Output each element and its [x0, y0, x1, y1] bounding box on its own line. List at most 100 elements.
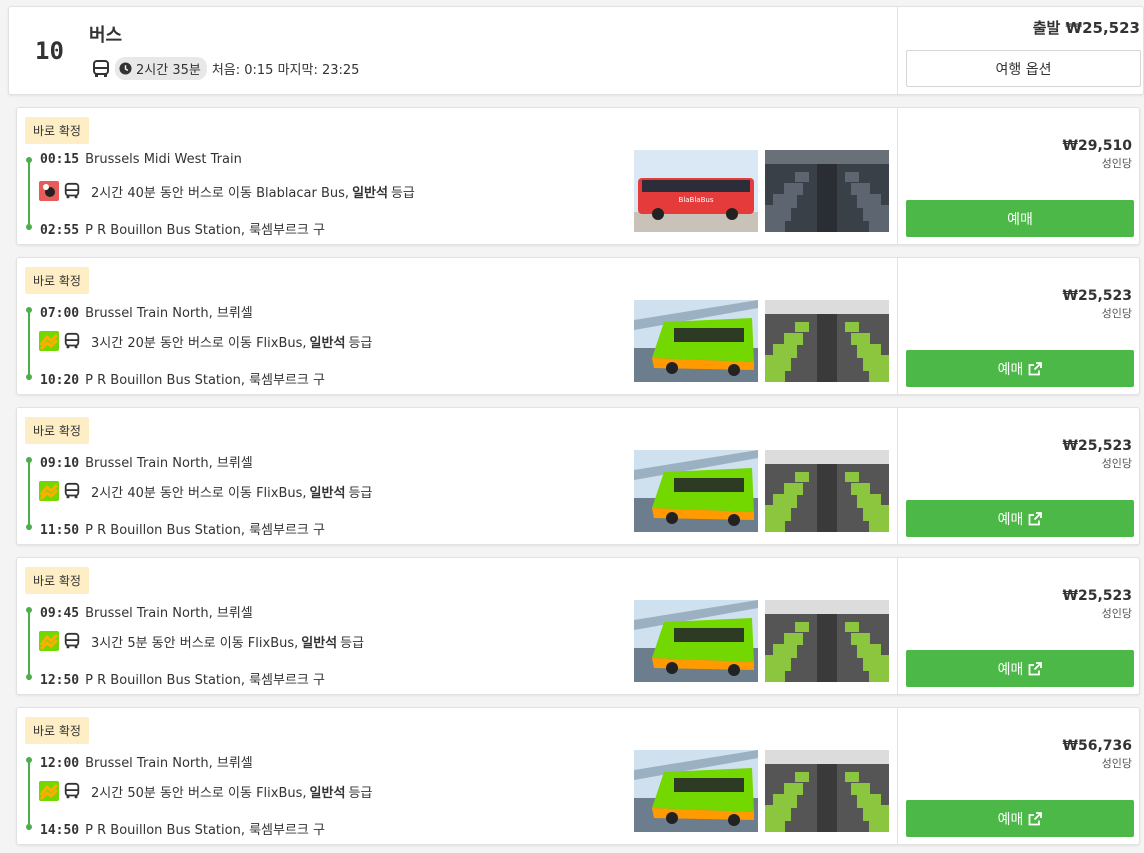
per-adult-label: 성인당 [1101, 607, 1132, 620]
departure-stop: 07:00 Brussel Train North, 브뤼셀 [40, 302, 253, 321]
seat-class: 일반석 [309, 785, 346, 801]
trip-price: ₩25,523 [1062, 438, 1132, 454]
class-suffix: 등급 [390, 185, 415, 201]
segment-description: 2시간 40분 동안 버스로 이동 FlixBus, [91, 485, 307, 501]
external-link-icon [1028, 511, 1043, 526]
book-label: 예매 [997, 661, 1024, 678]
duration-text: 2시간 35분 [136, 63, 201, 78]
arrival-stop: 12:50 P R Bouillon Bus Station, 룩셈부르크 구 [40, 669, 325, 688]
results-summary-card: 10 버스 2시간 35분 처음: 0:15 마지막: 23:25 출발 ₩25… [8, 6, 1144, 95]
timeline-line [28, 312, 30, 380]
segment-description: 3시간 5분 동안 버스로 이동 FlixBus, [91, 635, 299, 651]
timeline-start-dot [26, 457, 32, 463]
arrival-station: P R Bouillon Bus Station, 룩셈부르크 구 [85, 223, 325, 238]
arrival-time: 10:20 [40, 373, 80, 388]
trip-card[interactable]: 바로 확정 07:00 Brussel Train North, 브뤼셀 3시간 20… [16, 257, 1140, 395]
book-button[interactable]: 예매 [906, 500, 1134, 537]
timeline-end-dot [26, 224, 32, 230]
segment-info: 2시간 40분 동안 버스로 이동 Blablacar Bus, 일반석 등급 [39, 181, 415, 201]
trip-price-panel: ₩25,523 성인당예매 [897, 558, 1140, 694]
book-label: 예매 [1007, 211, 1033, 228]
trip-card[interactable]: 바로 확정 09:10 Brussel Train North, 브뤼셀 2시간 40… [16, 407, 1140, 545]
timeline-start-dot [26, 607, 32, 613]
timeline-line [28, 462, 30, 530]
book-button[interactable]: 예매 [906, 350, 1134, 387]
bus-exterior-photo[interactable] [634, 600, 758, 682]
arrival-station: P R Bouillon Bus Station, 룩셈부르크 구 [85, 373, 325, 388]
trip-price: ₩56,736 [1062, 738, 1132, 754]
bus-interior-photo[interactable] [765, 450, 889, 532]
trip-price: ₩25,523 [1062, 288, 1132, 304]
summary-meta: 2시간 35분 처음: 0:15 마지막: 23:25 [91, 57, 359, 80]
first-last-times: 처음: 0:15 마지막: 23:25 [211, 63, 360, 78]
instant-confirm-badge: 바로 확정 [25, 717, 89, 744]
bus-icon [63, 632, 81, 650]
per-adult-label: 성인당 [1101, 157, 1132, 170]
bus-exterior-photo[interactable] [634, 300, 758, 382]
bus-exterior-photo[interactable] [634, 750, 758, 832]
trip-price: ₩25,523 [1062, 588, 1132, 604]
seat-class: 일반석 [309, 335, 346, 351]
trip-price-panel: ₩25,523 성인당 예매 [897, 408, 1140, 544]
book-button[interactable]: 예매 [906, 200, 1134, 237]
timeline-line [28, 162, 30, 230]
segment-info: 3시간 5분 동안 버스로 이동 FlixBus, 일반석 등급 [39, 631, 364, 651]
timeline-start-dot [26, 757, 32, 763]
instant-confirm-badge: 바로 확정 [25, 267, 89, 294]
timeline-end-dot [26, 374, 32, 380]
bus-icon [63, 782, 81, 800]
instant-confirm-badge: 바로 확정 [25, 417, 89, 444]
bus-exterior-photo[interactable]: BlaBlaBus [634, 150, 758, 232]
book-button[interactable]: 예매 [906, 650, 1134, 687]
travel-options-button[interactable]: 여행 옵션 [906, 50, 1141, 87]
departure-station: Brussel Train North, 브뤼셀 [85, 756, 253, 771]
class-suffix: 등급 [348, 485, 373, 501]
trip-card[interactable]: 바로 확정 00:15 Brussels Midi West Train 2시간 40… [16, 107, 1140, 245]
bus-interior-photo[interactable] [765, 600, 889, 682]
class-suffix: 등급 [348, 785, 373, 801]
external-link-icon [1028, 361, 1043, 376]
external-link-icon [1028, 811, 1043, 826]
flixbus-logo-icon [39, 331, 59, 351]
timeline-end-dot [26, 674, 32, 680]
trip-card[interactable]: 바로 확정 12:00 Brussel Train North, 브뤼셀 2시간 50… [16, 707, 1140, 845]
bus-icon [93, 59, 109, 77]
arrival-station: P R Bouillon Bus Station, 룩셈부르크 구 [85, 673, 325, 688]
departure-station: Brussel Train North, 브뤼셀 [85, 456, 253, 471]
per-adult-label: 성인당 [1101, 757, 1132, 770]
transport-type-title: 버스 [89, 25, 123, 46]
segment-info: 2시간 50분 동안 버스로 이동 FlixBus, 일반석 등급 [39, 781, 372, 801]
instant-confirm-badge: 바로 확정 [25, 117, 89, 144]
arrival-station: P R Bouillon Bus Station, 룩셈부르크 구 [85, 523, 325, 538]
timeline-end-dot [26, 524, 32, 530]
departure-station: Brussel Train North, 브뤼셀 [85, 606, 253, 621]
departure-stop: 09:45 Brussel Train North, 브뤼셀 [40, 602, 253, 621]
arrival-time: 14:50 [40, 823, 80, 838]
segment-description: 3시간 20분 동안 버스로 이동 FlixBus, [91, 335, 307, 351]
timeline-line [28, 762, 30, 830]
arrival-stop: 11:50 P R Bouillon Bus Station, 룩셈부르크 구 [40, 519, 325, 538]
bus-icon [63, 332, 81, 350]
book-label: 예매 [997, 811, 1024, 828]
arrival-stop: 14:50 P R Bouillon Bus Station, 룩셈부르크 구 [40, 819, 325, 838]
arrival-stop: 10:20 P R Bouillon Bus Station, 룩셈부르크 구 [40, 369, 325, 388]
result-count: 10 [35, 37, 64, 65]
flixbus-logo-icon [39, 781, 59, 801]
instant-confirm-badge: 바로 확정 [25, 567, 89, 594]
book-label: 예매 [997, 361, 1024, 378]
per-adult-label: 성인당 [1101, 307, 1132, 320]
bus-interior-photo[interactable] [765, 750, 889, 832]
departure-stop: 09:10 Brussel Train North, 브뤼셀 [40, 452, 253, 471]
departure-station: Brussel Train North, 브뤼셀 [85, 306, 253, 321]
trip-card[interactable]: 바로 확정 09:45 Brussel Train North, 브뤼셀 3시간 5분… [16, 557, 1140, 695]
segment-info: 3시간 20분 동안 버스로 이동 FlixBus, 일반석 등급 [39, 331, 372, 351]
departure-time: 09:45 [40, 606, 80, 621]
arrival-station: P R Bouillon Bus Station, 룩셈부르크 구 [85, 823, 325, 838]
trip-price: ₩29,510 [1062, 138, 1132, 154]
timeline-start-dot [26, 307, 32, 313]
bus-exterior-photo[interactable] [634, 450, 758, 532]
class-suffix: 등급 [340, 635, 365, 651]
bus-interior-photo[interactable] [765, 150, 889, 232]
bus-interior-photo[interactable] [765, 300, 889, 382]
book-button[interactable]: 예매 [906, 800, 1134, 837]
